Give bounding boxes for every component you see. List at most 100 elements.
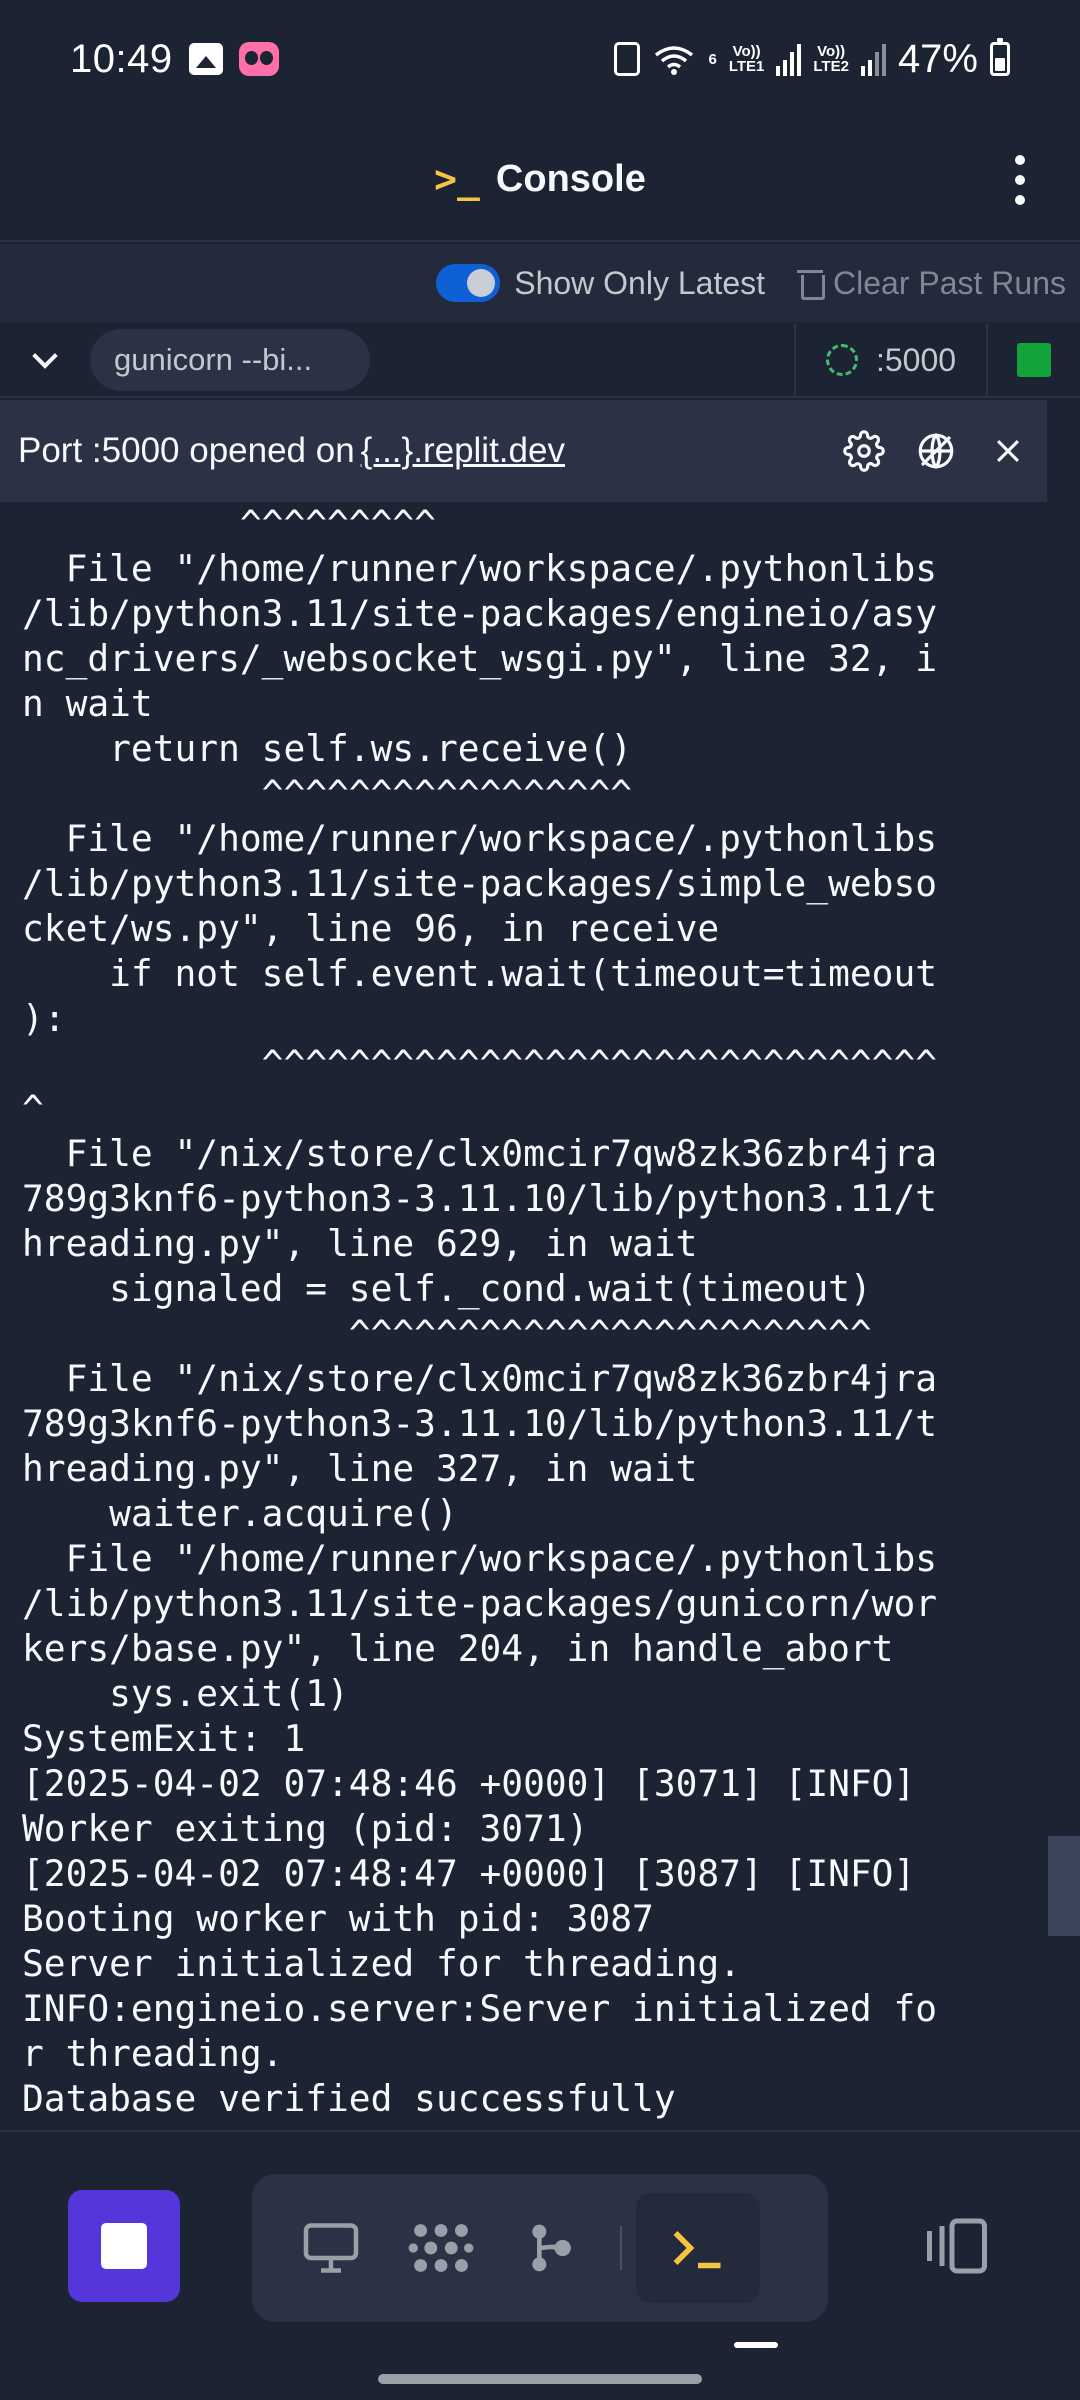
console-line: File "/nix/store/clx0mcir7qw8zk36zbr4jra — [22, 1357, 938, 1400]
network-label-2: Vo)) LTE2 — [813, 44, 849, 74]
tool-dock — [252, 2174, 828, 2322]
lte-label-2: LTE2 — [813, 58, 849, 75]
console-line: r threading. — [22, 2032, 284, 2075]
dock-separator — [620, 2226, 622, 2270]
status-bar: 10:49 6 Vo)) LTE1 Vo)) LTE2 47% — [0, 0, 1080, 118]
show-only-latest-label: Show Only Latest — [514, 264, 766, 301]
chevron-down-icon — [32, 343, 58, 369]
collapse-run-button[interactable] — [0, 323, 90, 397]
console-line: ^^^^^^^^^^^^^^^^^^^^^^^^ — [22, 1312, 872, 1355]
loading-spinner-icon — [825, 344, 858, 376]
console-line: kers/base.py", line 204, in handle_abort — [22, 1627, 894, 1670]
console-header: >_ Console — [0, 118, 1080, 242]
battery-percentage: 47% — [897, 36, 978, 81]
signal-2-icon — [860, 42, 886, 76]
wifi-badge: 6 — [708, 50, 717, 68]
lte-label-1: LTE1 — [728, 58, 765, 75]
clear-past-runs-button[interactable]: Clear Past Runs — [797, 265, 1066, 302]
console-line: ^ — [22, 1087, 44, 1130]
banner-actions — [843, 430, 1029, 472]
gear-icon — [843, 430, 885, 472]
clipboard-icon — [614, 42, 641, 76]
console-line: ^^^^^^^^^^^^^^^^^ — [22, 772, 633, 815]
console-line: Booting worker with pid: 3087 — [22, 1897, 654, 1940]
stop-button[interactable] — [68, 2190, 180, 2302]
home-indicator[interactable] — [378, 2374, 702, 2384]
console-line: /lib/python3.11/site-packages/engineio/a… — [22, 592, 938, 635]
close-icon — [996, 439, 1020, 463]
bottom-bar — [0, 2132, 1080, 2400]
toggle-knob — [467, 269, 496, 297]
console-line: cket/ws.py", line 96, in receive — [22, 907, 720, 950]
wifi-icon — [655, 46, 694, 75]
battery-icon — [990, 38, 1010, 76]
running-status-indicator — [1017, 343, 1051, 377]
console-line: INFO:engineio.server:Server initialized … — [22, 1987, 938, 2030]
console-line: File "/nix/store/clx0mcir7qw8zk36zbr4jra — [22, 1132, 938, 1175]
run-status-cell — [988, 343, 1080, 377]
trash-icon — [797, 267, 826, 300]
console-line: File "/home/runner/workspace/.pythonlibs — [22, 1537, 938, 1580]
console-line: ^^^^^^^^^ — [22, 503, 436, 545]
git-icon — [532, 2224, 571, 2272]
console-line: if not self.event.wait(timeout=timeout — [22, 952, 938, 995]
status-time: 10:49 — [70, 36, 173, 81]
stop-icon — [101, 2223, 147, 2269]
console-line: hreading.py", line 629, in wait — [22, 1222, 698, 1265]
port-banner-text: Port :5000 opened on — [18, 431, 355, 470]
layout-switch-button[interactable] — [912, 2196, 1002, 2296]
status-left: 10:49 — [70, 37, 279, 82]
console-output[interactable]: ^^^^^^^^^ File "/home/runner/workspace/.… — [0, 503, 1047, 2130]
console-icon — [673, 2231, 721, 2269]
console-line: File "/home/runner/workspace/.pythonlibs — [22, 817, 938, 860]
settings-gear-button[interactable] — [843, 430, 885, 472]
webview-button[interactable] — [276, 2193, 386, 2303]
packages-icon — [408, 2224, 474, 2272]
layout-switch-icon — [927, 2218, 987, 2274]
scrollbar-thumb[interactable] — [1048, 1836, 1080, 1936]
console-log-text: ^^^^^^^^^ File "/home/runner/workspace/.… — [22, 503, 1025, 2121]
console-line: ^^^^^^^^^^^^^^^^^^^^^^^^^^^^^^^ — [22, 1042, 938, 1085]
console-line: hreading.py", line 327, in wait — [22, 1447, 698, 1490]
console-line: [2025-04-02 07:48:47 +0000] [3087] [INFO… — [22, 1852, 916, 1895]
console-line: /lib/python3.11/site-packages/gunicorn/w… — [22, 1582, 938, 1625]
port-indicator[interactable]: :5000 — [796, 342, 986, 379]
active-tab-indicator — [734, 2342, 778, 2348]
console-line: return self.ws.receive() — [22, 727, 633, 770]
console-line: waiter.acquire() — [22, 1492, 458, 1535]
more-options-button[interactable] — [990, 146, 1050, 214]
status-right: 6 Vo)) LTE1 Vo)) LTE2 47% — [614, 37, 1010, 82]
close-banner-button[interactable] — [987, 430, 1029, 472]
console-line: /lib/python3.11/site-packages/simple_web… — [22, 862, 938, 905]
console-line: 789g3knf6-python3-3.11.10/lib/python3.11… — [22, 1402, 938, 1445]
monitor-icon — [303, 2223, 359, 2273]
console-line: [2025-04-02 07:48:46 +0000] [3071] [INFO… — [22, 1762, 916, 1805]
console-line: nc_drivers/_websocket_wsgi.py", line 32,… — [22, 637, 938, 680]
page-title: Console — [495, 157, 646, 200]
console-button[interactable] — [636, 2193, 760, 2303]
network-label-1: Vo)) LTE1 — [729, 44, 765, 74]
globe-off-icon — [918, 433, 954, 469]
run-row: gunicorn --bi... :5000 — [0, 323, 1080, 398]
console-line: sys.exit(1) — [22, 1672, 349, 1715]
app-notification-icon — [238, 42, 279, 76]
run-command-pill[interactable]: gunicorn --bi... — [90, 329, 370, 391]
console-line: Database verified successfully — [22, 2077, 676, 2120]
gallery-notification-icon — [188, 43, 223, 75]
clear-past-runs-label: Clear Past Runs — [833, 264, 1066, 301]
hide-preview-button[interactable] — [915, 430, 957, 472]
console-line: ): — [22, 997, 66, 1040]
console-line: SystemExit: 1 — [22, 1717, 306, 1760]
git-button[interactable] — [496, 2193, 606, 2303]
console-line: File "/home/runner/workspace/.pythonlibs — [22, 547, 938, 590]
packages-button[interactable] — [386, 2193, 496, 2303]
dev-url-link[interactable]: {...}.replit.dev — [361, 431, 565, 471]
console-line: signaled = self._cond.wait(timeout) — [22, 1267, 872, 1310]
console-toolbar: Show Only Latest Clear Past Runs — [0, 244, 1080, 322]
console-line: Worker exiting (pid: 3071) — [22, 1807, 589, 1850]
console-line: n wait — [22, 682, 153, 725]
show-only-latest-toggle[interactable] — [436, 264, 501, 302]
signal-1-icon — [776, 42, 802, 76]
port-label: :5000 — [875, 341, 957, 378]
console-line: 789g3knf6-python3-3.11.10/lib/python3.11… — [22, 1177, 938, 1220]
